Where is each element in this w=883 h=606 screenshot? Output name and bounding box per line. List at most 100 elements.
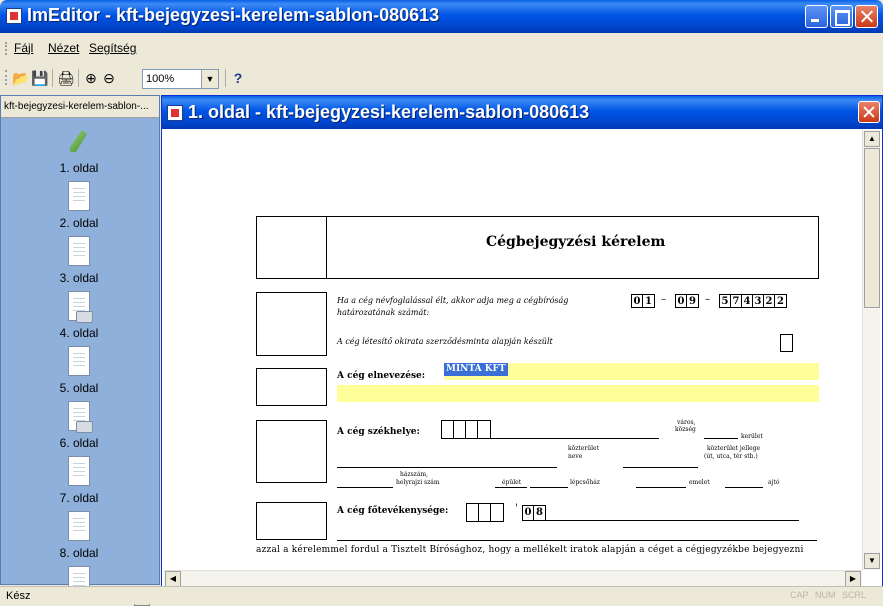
menu-view[interactable]: Nézet	[48, 41, 79, 55]
menu-bar: Fájl Nézet Segítség	[0, 33, 883, 63]
help-icon[interactable]: ?	[229, 69, 247, 87]
horizontal-scrollbar[interactable]: ◀ ▶	[164, 570, 862, 587]
closing-text: azzal a kérelemmel fordul a Tisztelt Bír…	[256, 545, 804, 555]
sidebar-page-5[interactable]: 5. oldal	[49, 346, 109, 395]
sidebar-page-8[interactable]: 8. oldal	[49, 511, 109, 560]
form-heading: Cégbejegyzési kérelem	[486, 234, 666, 250]
registry-question-line2: határozatának számát:	[337, 308, 430, 317]
page-label: 5. oldal	[59, 381, 99, 395]
street-type-line[interactable]	[623, 467, 698, 468]
page-icon	[68, 456, 90, 486]
code-box	[256, 292, 327, 356]
scroll-right-arrow[interactable]: ▶	[845, 571, 861, 587]
floor-label: emelet	[689, 479, 710, 486]
status-text: Kész	[6, 590, 31, 602]
chevron-down-icon[interactable]: ▼	[201, 70, 218, 88]
city-line[interactable]	[489, 438, 659, 439]
page-label: 7. oldal	[59, 491, 99, 505]
page-icon	[68, 511, 90, 541]
page-sidebar: kft-bejegyzesi-kerelem-sablon-... 1. old…	[0, 95, 160, 606]
document-close-button[interactable]	[858, 101, 880, 123]
door-line[interactable]	[725, 487, 763, 488]
registry-digits-c[interactable]: 5 7 4 3 2 2	[719, 294, 787, 308]
activity-digits[interactable]: 0 8	[522, 505, 546, 521]
dash: –	[705, 294, 710, 305]
vertical-scrollbar[interactable]: ▲ ▼	[862, 130, 880, 570]
code-box	[256, 502, 327, 540]
digit: 0	[632, 295, 643, 307]
activity-line-2[interactable]	[337, 540, 817, 541]
registry-digits-b[interactable]: 0 9	[675, 294, 699, 308]
scroll-thumb[interactable]	[864, 148, 880, 308]
zoom-select[interactable]: 100% ▼	[142, 69, 219, 89]
digit: 7	[731, 295, 742, 307]
sidebar-header: kft-bejegyzesi-kerelem-sablon-...	[1, 96, 159, 118]
save-icon[interactable]: 💾	[31, 69, 49, 87]
zoom-in-icon[interactable]: ⊕	[82, 69, 100, 87]
print-page-icon	[68, 401, 93, 433]
page-icon	[68, 346, 90, 376]
seat-label: A cég székhelye:	[337, 427, 420, 437]
page-icon	[68, 236, 90, 266]
door-label: ajtó	[768, 479, 780, 486]
open-icon[interactable]: 📂	[12, 69, 30, 87]
digit: 0	[676, 295, 687, 307]
edit-page-icon	[68, 126, 90, 156]
code-box	[256, 420, 327, 483]
name-field-line2[interactable]	[337, 385, 819, 402]
window-title: ImEditor - kft-bejegyzesi-kerelem-sablon…	[27, 5, 440, 25]
page-canvas[interactable]: Cégbejegyzési kérelem Ha a cég névfoglal…	[164, 130, 862, 570]
house-line[interactable]	[337, 487, 393, 488]
sidebar-page-7[interactable]: 7. oldal	[49, 456, 109, 505]
document-icon[interactable]	[167, 105, 183, 121]
street-type-label-2: (út, utca, tér stb.)	[704, 453, 758, 460]
app-icon[interactable]	[6, 8, 22, 24]
digit: 2	[764, 295, 775, 307]
template-checkbox[interactable]	[780, 334, 793, 352]
sidebar-page-2[interactable]: 2. oldal	[49, 181, 109, 230]
title-bar[interactable]: ImEditor - kft-bejegyzesi-kerelem-sablon…	[0, 0, 883, 33]
menu-file[interactable]: Fájl	[14, 41, 33, 55]
toolbar-separator	[225, 69, 226, 87]
zoom-out-icon[interactable]: ⊖	[100, 69, 118, 87]
toolbar-grip[interactable]	[5, 70, 7, 85]
sidebar-page-1[interactable]: 1. oldal	[49, 126, 109, 175]
page-label: 1. oldal	[59, 161, 99, 175]
menu-help[interactable]: Segítség	[89, 41, 136, 55]
maximize-button[interactable]	[830, 5, 853, 28]
activity-empty-boxes[interactable]	[466, 503, 504, 522]
minimize-button[interactable]	[805, 5, 828, 28]
digit: 5	[720, 295, 731, 307]
street-name-label-2: neve	[568, 453, 583, 460]
building-line[interactable]	[495, 487, 527, 488]
scroll-down-arrow[interactable]: ▼	[864, 553, 880, 569]
digit: 2	[777, 296, 784, 307]
scrl-indicator: SCRL	[842, 590, 867, 600]
scroll-left-arrow[interactable]: ◀	[165, 571, 181, 587]
close-button[interactable]	[855, 5, 878, 28]
digit: 3	[753, 295, 764, 307]
menubar-grip[interactable]	[5, 42, 7, 55]
sidebar-page-6[interactable]: 6. oldal	[49, 401, 109, 450]
page-label: 2. oldal	[59, 216, 99, 230]
sidebar-page-4[interactable]: 4. oldal	[49, 291, 109, 340]
digit: 0	[523, 506, 534, 520]
toolbar-separator	[52, 69, 53, 87]
toolbar-separator	[78, 69, 79, 87]
registry-digits-a[interactable]: 0 1	[631, 294, 655, 308]
page-label: 8. oldal	[59, 546, 99, 560]
street-name-line[interactable]	[337, 467, 557, 468]
sidebar-page-3[interactable]: 3. oldal	[49, 236, 109, 285]
activity-line[interactable]	[545, 520, 799, 521]
activity-label: A cég főtevékenysége:	[337, 506, 449, 516]
district-line[interactable]	[704, 438, 738, 439]
form-header-left	[256, 216, 327, 279]
staircase-line[interactable]	[530, 487, 568, 488]
toolbar: 📂 💾 🖨 ⊕ ⊖ 100% ▼ ?	[0, 63, 883, 93]
floor-line[interactable]	[636, 487, 686, 488]
scroll-up-arrow[interactable]: ▲	[864, 131, 880, 147]
print-icon[interactable]: 🖨	[57, 69, 75, 87]
postcode-boxes[interactable]	[441, 420, 491, 439]
document-title-bar[interactable]: 1. oldal - kft-bejegyzesi-kerelem-sablon…	[162, 96, 882, 129]
digit: 9	[689, 296, 696, 307]
